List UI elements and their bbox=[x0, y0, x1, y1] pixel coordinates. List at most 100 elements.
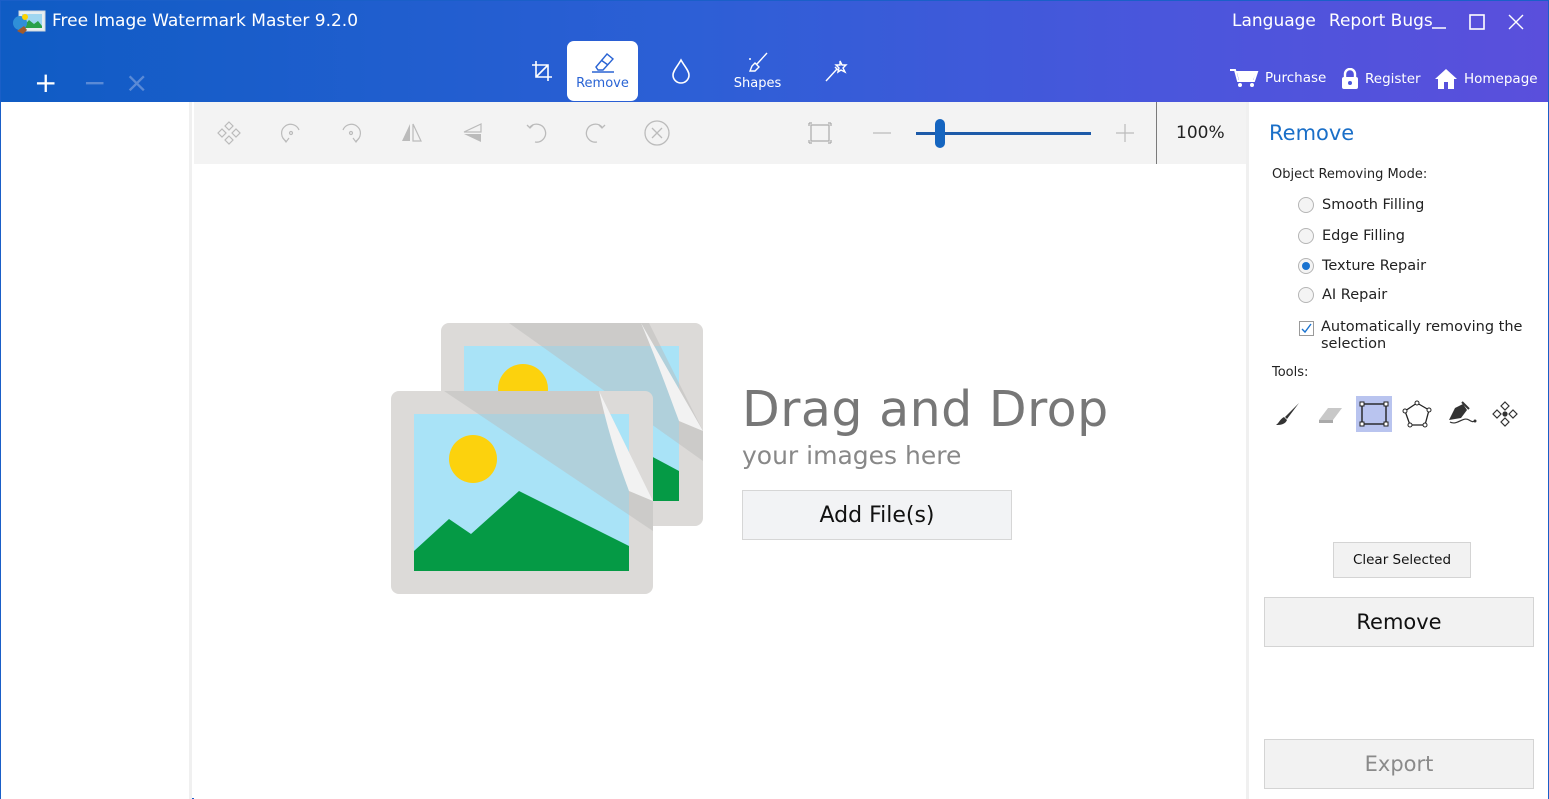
radio-button[interactable] bbox=[1298, 228, 1314, 244]
fit-screen-button[interactable] bbox=[805, 118, 835, 148]
app-window: Free Image Watermark Master 9.2.0 Langua… bbox=[0, 0, 1549, 799]
tool-polygon-select[interactable] bbox=[1399, 396, 1435, 432]
flip-vertical-button[interactable] bbox=[458, 118, 488, 148]
home-icon bbox=[1435, 69, 1457, 89]
tab-shapes-label: Shapes bbox=[733, 76, 782, 91]
flip-horizontal-button[interactable] bbox=[397, 118, 427, 148]
zoom-percent-label: 100% bbox=[1176, 123, 1225, 143]
rectangle-select-icon bbox=[1359, 401, 1389, 427]
flip-vertical-icon bbox=[463, 123, 482, 142]
top-links: Language Report Bugs bbox=[1232, 11, 1433, 31]
tab-shapes[interactable]: Shapes bbox=[722, 41, 793, 101]
brush-icon bbox=[1276, 403, 1299, 425]
redo-button[interactable] bbox=[581, 118, 611, 148]
images-placeholder-illustration bbox=[391, 323, 703, 594]
tool-rectangle-select[interactable] bbox=[1356, 396, 1392, 432]
eraser-icon bbox=[591, 53, 614, 73]
cancel-button[interactable] bbox=[642, 118, 672, 148]
minimize-button[interactable] bbox=[1424, 7, 1454, 37]
maximize-icon bbox=[1469, 14, 1485, 30]
language-link[interactable]: Language bbox=[1232, 11, 1316, 31]
tab-watermark[interactable] bbox=[645, 41, 716, 101]
auto-remove-label: Automatically removing the selection bbox=[1321, 319, 1523, 352]
radio-label: AI Repair bbox=[1322, 287, 1388, 303]
auto-remove-checkbox[interactable] bbox=[1299, 321, 1314, 336]
app-logo-icon bbox=[13, 10, 46, 34]
radio-label: Edge Filling bbox=[1322, 228, 1405, 244]
drop-icon bbox=[671, 58, 690, 84]
rotate-right-button[interactable] bbox=[336, 118, 366, 148]
cart-icon bbox=[1230, 69, 1259, 87]
zoom-out-button[interactable] bbox=[867, 118, 897, 148]
remove-image-button[interactable]: − bbox=[83, 69, 106, 97]
crop-icon bbox=[531, 61, 552, 81]
report-bugs-link[interactable]: Report Bugs bbox=[1329, 11, 1433, 31]
homepage-label: Homepage bbox=[1464, 71, 1538, 87]
close-icon bbox=[1508, 14, 1524, 30]
radio-button[interactable] bbox=[1298, 197, 1314, 213]
tool-eraser[interactable] bbox=[1312, 396, 1348, 432]
clear-selected-button[interactable]: Clear Selected bbox=[1333, 542, 1471, 578]
homepage-button[interactable]: Homepage bbox=[1434, 68, 1538, 90]
purchase-label: Purchase bbox=[1265, 70, 1327, 86]
image-list-pane[interactable] bbox=[1, 102, 192, 799]
redo-icon bbox=[585, 123, 606, 143]
zoom-in-button[interactable] bbox=[1110, 118, 1140, 148]
remove-button[interactable]: Remove bbox=[1264, 597, 1534, 647]
zoom-slider-thumb[interactable] bbox=[934, 119, 945, 148]
radio-label: Smooth Filling bbox=[1322, 197, 1425, 213]
fit-screen-icon bbox=[808, 122, 832, 144]
tab-remove[interactable]: Remove bbox=[567, 41, 638, 101]
clear-list-button[interactable]: × bbox=[125, 69, 148, 97]
removing-mode-label: Object Removing Mode: bbox=[1272, 167, 1428, 182]
radio-smooth-filling[interactable]: Smooth Filling bbox=[1298, 197, 1424, 213]
pen-icon bbox=[1449, 401, 1477, 424]
rotate-left-button[interactable] bbox=[276, 118, 306, 148]
undo-button[interactable] bbox=[521, 118, 551, 148]
polygon-select-icon bbox=[1402, 400, 1432, 428]
radio-texture-repair[interactable]: Texture Repair bbox=[1298, 258, 1426, 274]
plus-icon bbox=[1116, 124, 1134, 142]
tool-pen[interactable] bbox=[1443, 396, 1479, 432]
auto-remove-checkbox-row[interactable]: Automatically removing the selection bbox=[1299, 319, 1529, 353]
toolbar-divider bbox=[1156, 102, 1157, 164]
magic-wand-icon bbox=[824, 60, 848, 82]
minimize-icon bbox=[1432, 27, 1446, 29]
checkmark-icon bbox=[1301, 323, 1312, 334]
add-image-button[interactable]: + bbox=[34, 69, 57, 97]
undo-icon bbox=[526, 123, 547, 143]
rotate-left-icon bbox=[281, 123, 300, 143]
export-button[interactable]: Export bbox=[1264, 739, 1534, 789]
app-title: Free Image Watermark Master 9.2.0 bbox=[52, 11, 359, 31]
tools-label: Tools: bbox=[1272, 365, 1309, 380]
close-button[interactable] bbox=[1501, 7, 1531, 37]
cancel-icon bbox=[644, 120, 670, 146]
eraser-icon bbox=[1319, 408, 1342, 423]
radio-edge-filling[interactable]: Edge Filling bbox=[1298, 228, 1405, 244]
minus-icon bbox=[873, 132, 891, 134]
tab-remove-label: Remove bbox=[576, 76, 629, 91]
panel-title: Remove bbox=[1269, 121, 1355, 145]
maximize-button[interactable] bbox=[1462, 7, 1492, 37]
purchase-button[interactable]: Purchase bbox=[1229, 68, 1326, 88]
register-label: Register bbox=[1365, 71, 1421, 87]
drop-zone[interactable] bbox=[194, 164, 1246, 799]
move-button[interactable] bbox=[214, 118, 244, 148]
flip-horizontal-icon bbox=[402, 123, 422, 142]
lock-icon bbox=[1342, 68, 1358, 89]
rotate-right-icon bbox=[342, 123, 361, 143]
move-icon bbox=[217, 121, 241, 145]
radio-button[interactable] bbox=[1298, 258, 1314, 274]
drag-drop-subtitle: your images here bbox=[742, 441, 962, 470]
move-icon bbox=[1492, 401, 1518, 427]
add-files-button[interactable]: Add File(s) bbox=[742, 490, 1012, 540]
tool-move[interactable] bbox=[1487, 396, 1523, 432]
brush-icon bbox=[748, 52, 768, 72]
tab-magic[interactable] bbox=[800, 41, 871, 101]
radio-ai-repair[interactable]: AI Repair bbox=[1298, 287, 1387, 303]
tool-brush[interactable] bbox=[1269, 396, 1305, 432]
radio-label: Texture Repair bbox=[1322, 258, 1427, 274]
header-bar: Free Image Watermark Master 9.2.0 Langua… bbox=[1, 1, 1548, 102]
register-button[interactable]: Register bbox=[1341, 68, 1421, 90]
radio-button[interactable] bbox=[1298, 287, 1314, 303]
